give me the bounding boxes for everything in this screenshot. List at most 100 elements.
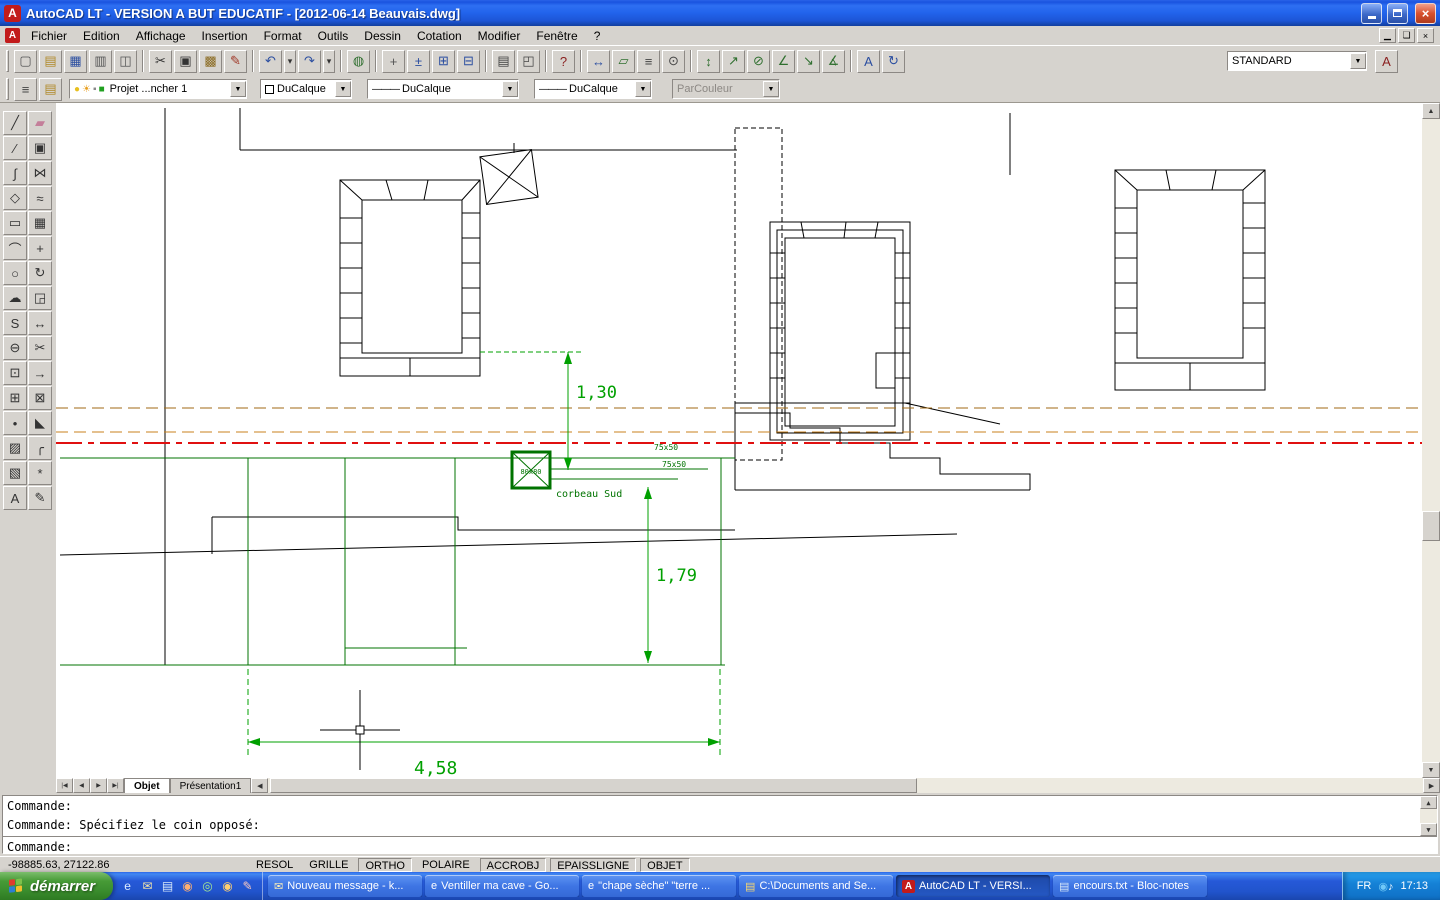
menu-item-format[interactable]: Format	[256, 27, 310, 45]
menu-item-dessin[interactable]: Dessin	[356, 27, 409, 45]
rectangle-tool-icon[interactable]: ▭	[3, 211, 27, 235]
status-toggle-resol[interactable]: RESOL	[250, 858, 299, 872]
menu-item-edition[interactable]: Edition	[75, 27, 128, 45]
trim-tool-icon[interactable]: ✂	[28, 336, 52, 360]
green-structure[interactable]	[60, 457, 735, 666]
show-desktop-icon[interactable]: ▤	[160, 879, 175, 893]
print-icon[interactable]: ▥	[89, 49, 112, 73]
menu-item-aide[interactable]: ?	[586, 27, 609, 45]
tab-nav-button-2[interactable]: ▶	[90, 778, 107, 793]
linetype-combo[interactable]: ——— DuCalque ▼	[367, 79, 519, 99]
doc-minimize-button[interactable]: ▁	[1379, 28, 1396, 43]
match-properties-icon[interactable]: ✎	[224, 49, 247, 73]
toolbar-grip[interactable]	[6, 78, 9, 100]
corbeau-text[interactable]: corbeau Sud	[556, 489, 622, 500]
copy-icon[interactable]: ▣	[174, 49, 197, 73]
scroll-up-icon[interactable]: ▲	[1422, 103, 1440, 119]
edit-polyline-tool-icon[interactable]: ✎	[28, 486, 52, 510]
distance-icon[interactable]: ↔	[587, 49, 610, 73]
paste-icon[interactable]: ▩	[199, 49, 222, 73]
menu-item-modifier[interactable]: Modifier	[470, 27, 529, 45]
drawing-viewport[interactable]: 80x80 corbeau Sud 75x50 75x50 1,30 1,79	[56, 103, 1422, 778]
outlook-express-icon[interactable]: ✉	[140, 879, 155, 893]
paint-icon[interactable]: ✎	[240, 879, 255, 893]
revision-cloud-tool-icon[interactable]: ☁	[3, 286, 27, 310]
corbeau-size-label[interactable]: 80x80	[520, 468, 541, 476]
tab-objet[interactable]: Objet	[124, 778, 170, 793]
vertical-scroll-track[interactable]	[1422, 119, 1440, 762]
properties-icon[interactable]: ▤	[492, 49, 515, 73]
break-tool-icon[interactable]: ⊠	[28, 386, 52, 410]
taskbar-task-2[interactable]: e "chape sèche" "terre ...	[582, 875, 737, 897]
area-icon[interactable]: ▱	[612, 49, 635, 73]
status-toggle-ortho[interactable]: ORTHO	[358, 857, 412, 872]
status-toggle-accrobj[interactable]: ACCROBJ	[479, 857, 547, 872]
status-toggle-grille[interactable]: GRILLE	[303, 858, 354, 872]
lineweight-combo[interactable]: ——— DuCalque ▼	[534, 79, 652, 99]
start-button[interactable]: démarrer	[0, 872, 114, 900]
circle-tool-icon[interactable]: ○	[3, 261, 27, 285]
designcenter-icon[interactable]: ◰	[517, 49, 540, 73]
copy-tool-icon[interactable]: ▣	[28, 136, 52, 160]
steps[interactable]	[734, 402, 1031, 491]
redo-icon[interactable]: ↷	[298, 49, 321, 73]
construction-line-tool-icon[interactable]: ∕	[3, 136, 27, 160]
scroll-down-icon[interactable]: ▼	[1420, 823, 1437, 836]
dim-aligned-icon[interactable]: ↗	[722, 49, 745, 73]
dim-angular-icon[interactable]: ∠	[772, 49, 795, 73]
tab-nav-button-0[interactable]: |◀	[56, 778, 73, 793]
text-style-icon[interactable]: A	[1375, 49, 1398, 73]
color-combo[interactable]: DuCalque ▼	[260, 79, 352, 99]
stretch-tool-icon[interactable]: ↔	[28, 311, 52, 335]
point-tool-icon[interactable]: •	[3, 411, 27, 435]
toolbar-grip[interactable]	[6, 50, 9, 72]
ellipse-tool-icon[interactable]: ⊖	[3, 336, 27, 360]
locate-point-icon[interactable]: ⊙	[662, 49, 685, 73]
dim-update-icon[interactable]: ↻	[882, 49, 905, 73]
extend-tool-icon[interactable]: →	[28, 361, 52, 385]
chevron-down-icon[interactable]: ▼	[230, 81, 246, 97]
zoom-window-icon[interactable]: ⊞	[432, 49, 455, 73]
command-scrollbar[interactable]: ▲ ▼	[1420, 796, 1437, 836]
internet-explorer-icon[interactable]: e	[120, 879, 135, 893]
drawing-svg[interactable]: 80x80 corbeau Sud 75x50 75x50 1,30 1,79	[56, 103, 1422, 778]
region-tool-icon[interactable]: ▧	[3, 461, 27, 485]
roof-marker[interactable]	[479, 149, 539, 205]
taskbar-task-5[interactable]: ▤ encours.txt - Bloc-notes	[1053, 875, 1208, 897]
menu-item-fentre[interactable]: Fenêtre	[528, 27, 585, 45]
tab-nav-button-1[interactable]: ◀	[73, 778, 90, 793]
doc-close-button[interactable]: ×	[1417, 28, 1434, 43]
hatch-tool-icon[interactable]: ▨	[3, 436, 27, 460]
firefox-icon[interactable]: ◉	[220, 879, 235, 893]
hidden-outline[interactable]	[734, 127, 783, 461]
beam-size-label-2[interactable]: 75x50	[662, 460, 686, 469]
tab-nav-button-3[interactable]: ▶|	[107, 778, 124, 793]
tab-prsentation1[interactable]: Présentation1	[169, 778, 252, 793]
chevron-down-icon[interactable]: ▼	[335, 81, 351, 97]
help-icon[interactable]: ?	[552, 49, 575, 73]
save-icon[interactable]: ▦	[64, 49, 87, 73]
vertical-scrollbar[interactable]: ▲ ▼	[1422, 103, 1440, 778]
mirror-tool-icon[interactable]: ⋈	[28, 161, 52, 185]
status-toggle-epaissligne[interactable]: EPAISSLIGNE	[550, 857, 637, 872]
status-toggle-polaire[interactable]: POLAIRE	[416, 858, 476, 872]
window-middle[interactable]	[769, 221, 911, 441]
dim-radius-icon[interactable]: ⊘	[747, 49, 770, 73]
window-left[interactable]	[339, 179, 481, 377]
command-input-line[interactable]: Commande:	[7, 838, 72, 856]
list-icon[interactable]: ≡	[637, 49, 660, 73]
restore-button[interactable]	[1387, 2, 1408, 24]
undo-list-icon[interactable]: ▾	[284, 49, 296, 73]
taskbar-task-0[interactable]: ✉ Nouveau message - k...	[268, 875, 423, 897]
layers-icon[interactable]: ≡	[14, 77, 37, 101]
arc-tool-icon[interactable]: ⌒	[3, 236, 27, 260]
undo-icon[interactable]: ↶	[259, 49, 282, 73]
drawing-document-icon[interactable]: A	[5, 28, 20, 43]
minimize-button[interactable]	[1361, 2, 1382, 24]
messenger-tray-icon[interactable]: ◉	[1378, 881, 1388, 893]
scale-tool-icon[interactable]: ◲	[28, 286, 52, 310]
close-button[interactable]: ×	[1415, 2, 1436, 24]
cut-icon[interactable]: ✂	[149, 49, 172, 73]
doc-restore-button[interactable]: ❏	[1398, 28, 1415, 43]
menu-item-affichage[interactable]: Affichage	[128, 27, 194, 45]
